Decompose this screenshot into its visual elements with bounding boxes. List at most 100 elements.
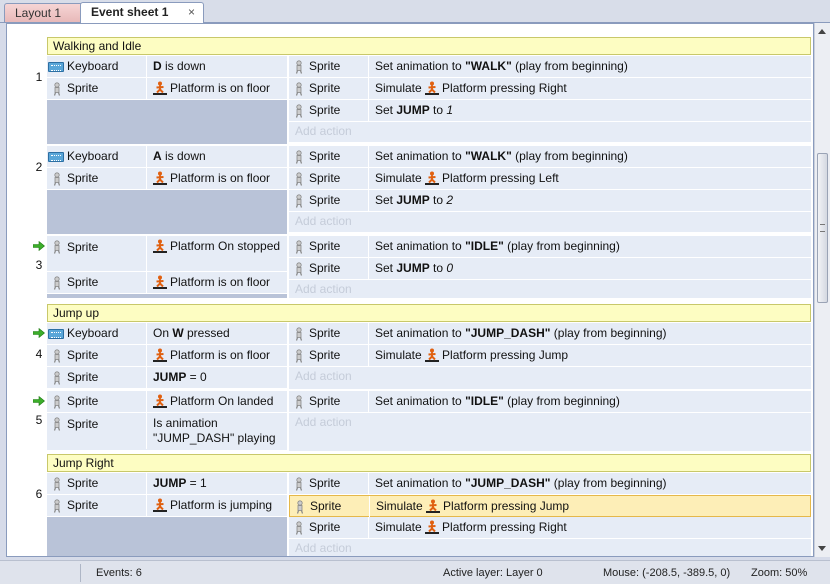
condition-object: Sprite [47,413,147,449]
condition-row[interactable]: Sprite Platform is on floor [47,168,287,190]
event-3[interactable]: Sprite Platform On stopped Sprite Platfo… [33,236,811,298]
tab-label: Event sheet 1 [91,5,169,19]
action-text: Set JUMP to 1 [375,103,454,117]
event-number: 2 [35,160,43,174]
add-action-link[interactable]: Add action [289,367,811,389]
action-text: Simulate Platform pressing Right [375,81,567,95]
tab-label: Layout 1 [15,6,62,20]
sprite-icon [295,82,303,96]
action-row[interactable]: Sprite Simulate Platform pressing Left [289,168,811,190]
action-row[interactable]: Sprite Set animation to "IDLE" (play fro… [289,236,811,258]
action-object: Sprite [289,100,369,122]
add-action-link[interactable]: Add action [289,413,811,451]
action-row[interactable]: Sprite Simulate Platform pressing Jump [289,345,811,367]
action-text: Set animation to "WALK" (play from begin… [375,59,628,73]
close-icon[interactable]: × [188,3,195,21]
sprite-icon [53,499,61,513]
condition-row[interactable]: Keyboard On W pressed [33,323,287,345]
action-row[interactable]: Sprite Set JUMP to 0 [289,258,811,280]
sprite-icon [295,349,303,363]
condition-row[interactable]: Sprite Platform is on floor [47,272,287,294]
platform-behavior-icon [153,171,167,185]
action-row-selected[interactable]: Sprite Simulate Platform pressing Jump [289,495,811,518]
condition-row[interactable]: Sprite JUMP = 1 [47,473,287,495]
add-action-link[interactable]: Add action [289,122,811,142]
group-label: Jump up [53,306,100,320]
group-jump-right[interactable]: Jump Right [47,454,811,472]
condition-row[interactable]: Keyboard A is down [47,146,287,168]
action-row[interactable]: Sprite Simulate Platform pressing Right [289,78,811,100]
sprite-icon [53,172,61,186]
condition-row[interactable]: Sprite Platform On landed [33,391,287,413]
action-text: Set JUMP to 2 [375,193,454,207]
platform-behavior-icon [153,239,167,253]
condition-object: Sprite [47,272,147,294]
status-bar: Events: 6 Active layer: Layer 0 Mouse: (… [0,560,830,584]
platform-behavior-icon [153,498,167,512]
condition-row[interactable]: Sprite Is animation "JUMP_DASH" playing [47,413,287,451]
condition-row[interactable]: Sprite Platform is jumping [47,495,287,517]
action-row[interactable]: Sprite Simulate Platform pressing Right [289,517,811,539]
trigger-arrow-icon [33,396,45,406]
action-row[interactable]: Sprite Set animation to "JUMP_DASH" (pla… [289,473,811,495]
action-row[interactable]: Sprite Set animation to "IDLE" (play fro… [289,391,811,413]
condition-row[interactable]: Sprite Platform On stopped [33,236,287,272]
action-row[interactable]: Sprite Set animation to "WALK" (play fro… [289,146,811,168]
trigger-arrow-icon [33,328,45,338]
action-row[interactable]: Sprite Set animation to "WALK" (play fro… [289,56,811,78]
sprite-icon [295,150,303,164]
sprite-icon [295,327,303,341]
condition-object: Sprite [47,345,147,367]
add-action-link[interactable]: Add action [289,212,811,232]
event-conditions: Keyboard A is down Sprite Platform is on… [47,146,287,234]
condition-object: Sprite [47,236,147,272]
action-text: Set animation to "JUMP_DASH" (play from … [375,476,667,490]
platform-behavior-icon [425,520,440,534]
platform-behavior-icon [153,394,167,408]
tab-event-sheet-1[interactable]: Event sheet 1 × [80,2,204,23]
platform-behavior-icon [425,171,440,185]
scrollbar-thumb[interactable] [817,153,828,303]
sprite-icon [295,521,303,535]
action-text: Simulate Platform pressing Jump [375,348,569,362]
event-5[interactable]: Sprite Platform On landed Sprite Is anim… [33,391,811,451]
event-1[interactable]: Keyboard D is down Sprite Platform is on… [47,56,811,144]
condition-object: Sprite [47,473,147,495]
condition-row[interactable]: Sprite JUMP = 0 [47,367,287,389]
event-2[interactable]: Keyboard A is down Sprite Platform is on… [47,146,811,234]
scroll-up-icon[interactable] [818,29,826,34]
tab-bar: Layout 1 Event sheet 1 × [0,0,830,23]
action-object: Sprite [289,473,369,495]
event-number: 4 [35,347,43,361]
platform-behavior-icon [425,348,440,362]
event-6[interactable]: Sprite JUMP = 1 Sprite Platform is jumpi… [47,473,811,556]
trigger-arrow-icon [33,241,45,251]
condition-row[interactable]: Sprite Platform is on floor [47,78,287,100]
action-object: Sprite [289,56,369,78]
event-number: 3 [35,258,43,272]
condition-text: Platform On stopped [153,239,285,254]
event-number: 6 [35,487,43,501]
condition-row[interactable]: Sprite Platform is on floor [47,345,287,367]
add-action-link[interactable]: Add action [289,539,811,556]
action-row[interactable]: Sprite Set animation to "JUMP_DASH" (pla… [289,323,811,345]
event-sheet[interactable]: Walking and Idle 1 Keyboard D is down Sp… [6,23,814,557]
tab-layout-1[interactable]: Layout 1 [4,3,86,22]
event-conditions: Keyboard D is down Sprite Platform is on… [47,56,287,144]
event-conditions: Keyboard On W pressed Sprite Platform is… [33,323,287,389]
action-text: Set animation to "IDLE" (play from begin… [375,239,620,253]
event-4[interactable]: Keyboard On W pressed Sprite Platform is… [33,323,811,389]
condition-row[interactable]: Keyboard D is down [47,56,287,78]
condition-object: Sprite [47,168,147,190]
vertical-scrollbar[interactable] [814,23,830,557]
group-walking-and-idle[interactable]: Walking and Idle [47,37,811,55]
scroll-down-icon[interactable] [818,546,826,551]
action-row[interactable]: Sprite Set JUMP to 2 [289,190,811,212]
group-label: Walking and Idle [53,39,142,53]
group-jump-up[interactable]: Jump up [47,304,811,322]
sprite-icon [53,82,61,96]
sprite-icon [295,262,303,276]
condition-text: JUMP = 0 [153,370,207,384]
add-action-link[interactable]: Add action [289,280,811,298]
action-row[interactable]: Sprite Set JUMP to 1 [289,100,811,122]
